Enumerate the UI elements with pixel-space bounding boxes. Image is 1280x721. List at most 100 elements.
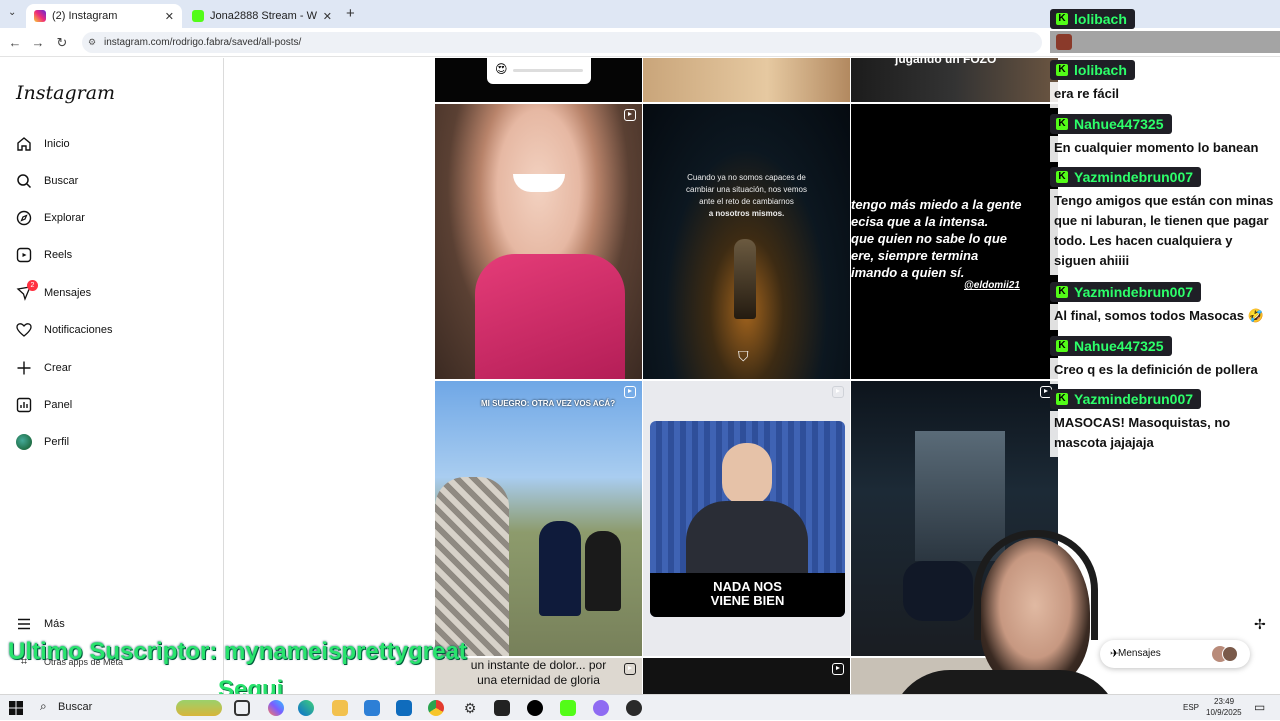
kick-badge-icon: K (1056, 340, 1068, 352)
chrome-icon[interactable] (428, 700, 444, 716)
kick-badge-icon: K (1056, 286, 1068, 298)
chat-text: era re fácil (1050, 82, 1278, 108)
post-thumbnail[interactable]: 😍 (435, 58, 642, 102)
close-tab-icon[interactable]: ✕ (323, 10, 332, 23)
person-body (686, 501, 808, 581)
close-tab-icon[interactable]: ✕ (165, 10, 174, 23)
kick-icon[interactable] (560, 700, 576, 716)
app-icon[interactable] (494, 700, 510, 716)
taskbar-search-label[interactable]: Buscar (58, 701, 92, 713)
copilot-icon[interactable] (268, 700, 284, 716)
nav-item-perfil[interactable]: Perfil (16, 430, 69, 454)
nav-item-reels[interactable]: Reels (16, 243, 72, 267)
nav-item-explorar[interactable]: Explorar (16, 206, 85, 230)
post-thumbnail[interactable]: tengo más miedo a la gente ecisa que a l… (851, 104, 1058, 379)
chat-avatar (1050, 31, 1280, 53)
chat-text: Creo q es la definición de pollera (1050, 358, 1278, 384)
settings-icon[interactable]: ⚙ (462, 700, 478, 716)
nav-item-inicio[interactable]: Inicio (16, 132, 70, 156)
notification-badge: 2 (27, 280, 38, 291)
outlook-icon[interactable] (396, 700, 412, 716)
nav-item-mensajes[interactable]: 2 Mensajes (16, 280, 91, 305)
compass-icon (16, 210, 32, 226)
discord-icon[interactable] (593, 700, 609, 716)
avatar-icon (16, 434, 32, 450)
url-field[interactable]: ⚙ instagram.com/rodrigo.fabra/saved/all-… (82, 32, 1042, 53)
forward-icon[interactable]: → (29, 34, 47, 52)
reel-icon (624, 386, 636, 398)
messages-pill[interactable]: ✈ Mensajes (1100, 640, 1250, 668)
search-icon (16, 173, 32, 189)
tab-kick-stream[interactable]: Jona2888 Stream - Watch Live ✕ (184, 4, 340, 28)
messages-label: Mensajes (1118, 648, 1161, 659)
tab-search-icon[interactable]: ⌄ (8, 7, 22, 21)
reels-icon (16, 247, 32, 263)
obs-icon[interactable] (626, 700, 642, 716)
quote-text: Cuando ya no somos capaces de cambiar un… (686, 173, 807, 218)
reload-icon[interactable]: ↻ (53, 34, 71, 52)
tiktok-icon[interactable] (527, 700, 543, 716)
folder-icon[interactable] (332, 700, 348, 716)
nav-label: Panel (44, 399, 73, 411)
post-thumbnail[interactable] (435, 104, 642, 379)
kick-badge-icon: K (1056, 13, 1068, 25)
kick-favicon-icon (192, 10, 204, 22)
reel-icon (624, 663, 636, 675)
nav-item-mas[interactable]: Más (16, 612, 65, 636)
post-caption: jugando un FOZO (895, 58, 997, 66)
person-face (722, 443, 772, 505)
store-icon[interactable] (364, 700, 380, 716)
post-thumbnail[interactable]: MI SUEGRO: OTRA VEZ VOS ACÁ? (435, 381, 642, 656)
reel-icon (832, 663, 844, 675)
nav-item-crear[interactable]: Crear (16, 356, 72, 380)
kick-badge-icon: K (1056, 393, 1068, 405)
nav-item-notificaciones[interactable]: Notificaciones (16, 318, 112, 342)
reel-icon (624, 109, 636, 121)
smile-shape (513, 174, 565, 192)
post-caption: MI SUEGRO: OTRA VEZ VOS ACÁ? (481, 399, 616, 408)
jacket-shape (475, 254, 625, 379)
nav-label: Más (44, 618, 65, 630)
url-text: instagram.com/rodrigo.fabra/saved/all-po… (104, 37, 302, 48)
taskbar-search-icon[interactable]: ⌕ (40, 699, 47, 714)
messenger-icon: 2 (16, 280, 38, 301)
post-thumbnail[interactable] (643, 658, 850, 694)
chat-username: K Yazmindebrun007 (1050, 167, 1202, 187)
clock-time[interactable]: 23:49 (1214, 697, 1234, 706)
chat-text: En cualquier momento lo banean (1050, 136, 1278, 162)
figure-silhouette (734, 239, 756, 319)
widget-icon[interactable] (176, 700, 222, 716)
instagram-sidebar: Instagram Inicio Buscar Explorar Reels 2… (0, 58, 224, 694)
instagram-favicon-icon (34, 10, 46, 22)
person-shape (539, 521, 581, 616)
chat-username: K Yazmindebrun007 (1050, 282, 1202, 302)
emoji-slider-sticker: 😍 (487, 58, 591, 84)
chat-username: K Nahue447325 (1050, 114, 1172, 134)
person-shape (435, 477, 509, 656)
post-thumbnail[interactable]: jugando un FOZO (851, 58, 1058, 102)
kick-badge-icon: K (1056, 171, 1068, 183)
nav-item-buscar[interactable]: Buscar (16, 169, 78, 193)
chat-text: Tengo amigos que están con minas que ni … (1050, 189, 1278, 275)
windows-start-icon[interactable] (8, 700, 24, 716)
task-view-icon[interactable] (234, 700, 250, 716)
site-info-icon[interactable]: ⚙ (88, 32, 96, 53)
edge-icon[interactable] (298, 700, 314, 716)
post-handle: @eldomii21 (964, 280, 1020, 291)
post-thumbnail[interactable] (643, 58, 850, 102)
tab-instagram[interactable]: (2) Instagram ✕ (26, 4, 182, 28)
instagram-logo[interactable]: Instagram (16, 82, 115, 104)
post-thumbnail[interactable]: NADA NOS VIENE BIEN (643, 381, 850, 656)
post-thumbnail[interactable]: Cuando ya no somos capaces de cambiar un… (643, 104, 850, 379)
person-shape (585, 531, 621, 611)
webcam-overlay (890, 520, 1120, 720)
cursor-icon: ✢ (1254, 616, 1266, 632)
nav-item-panel[interactable]: Panel (16, 393, 72, 417)
language-indicator[interactable]: ESP (1183, 703, 1199, 712)
back-icon[interactable]: ← (6, 34, 24, 52)
avatar (1222, 646, 1238, 662)
quote-text: tengo más miedo a la gente ecisa que a l… (851, 197, 1022, 280)
clock-date[interactable]: 10/9/2025 (1206, 708, 1242, 717)
notification-icon[interactable]: ▭ (1254, 700, 1265, 714)
new-tab-button[interactable]: + (346, 5, 355, 22)
